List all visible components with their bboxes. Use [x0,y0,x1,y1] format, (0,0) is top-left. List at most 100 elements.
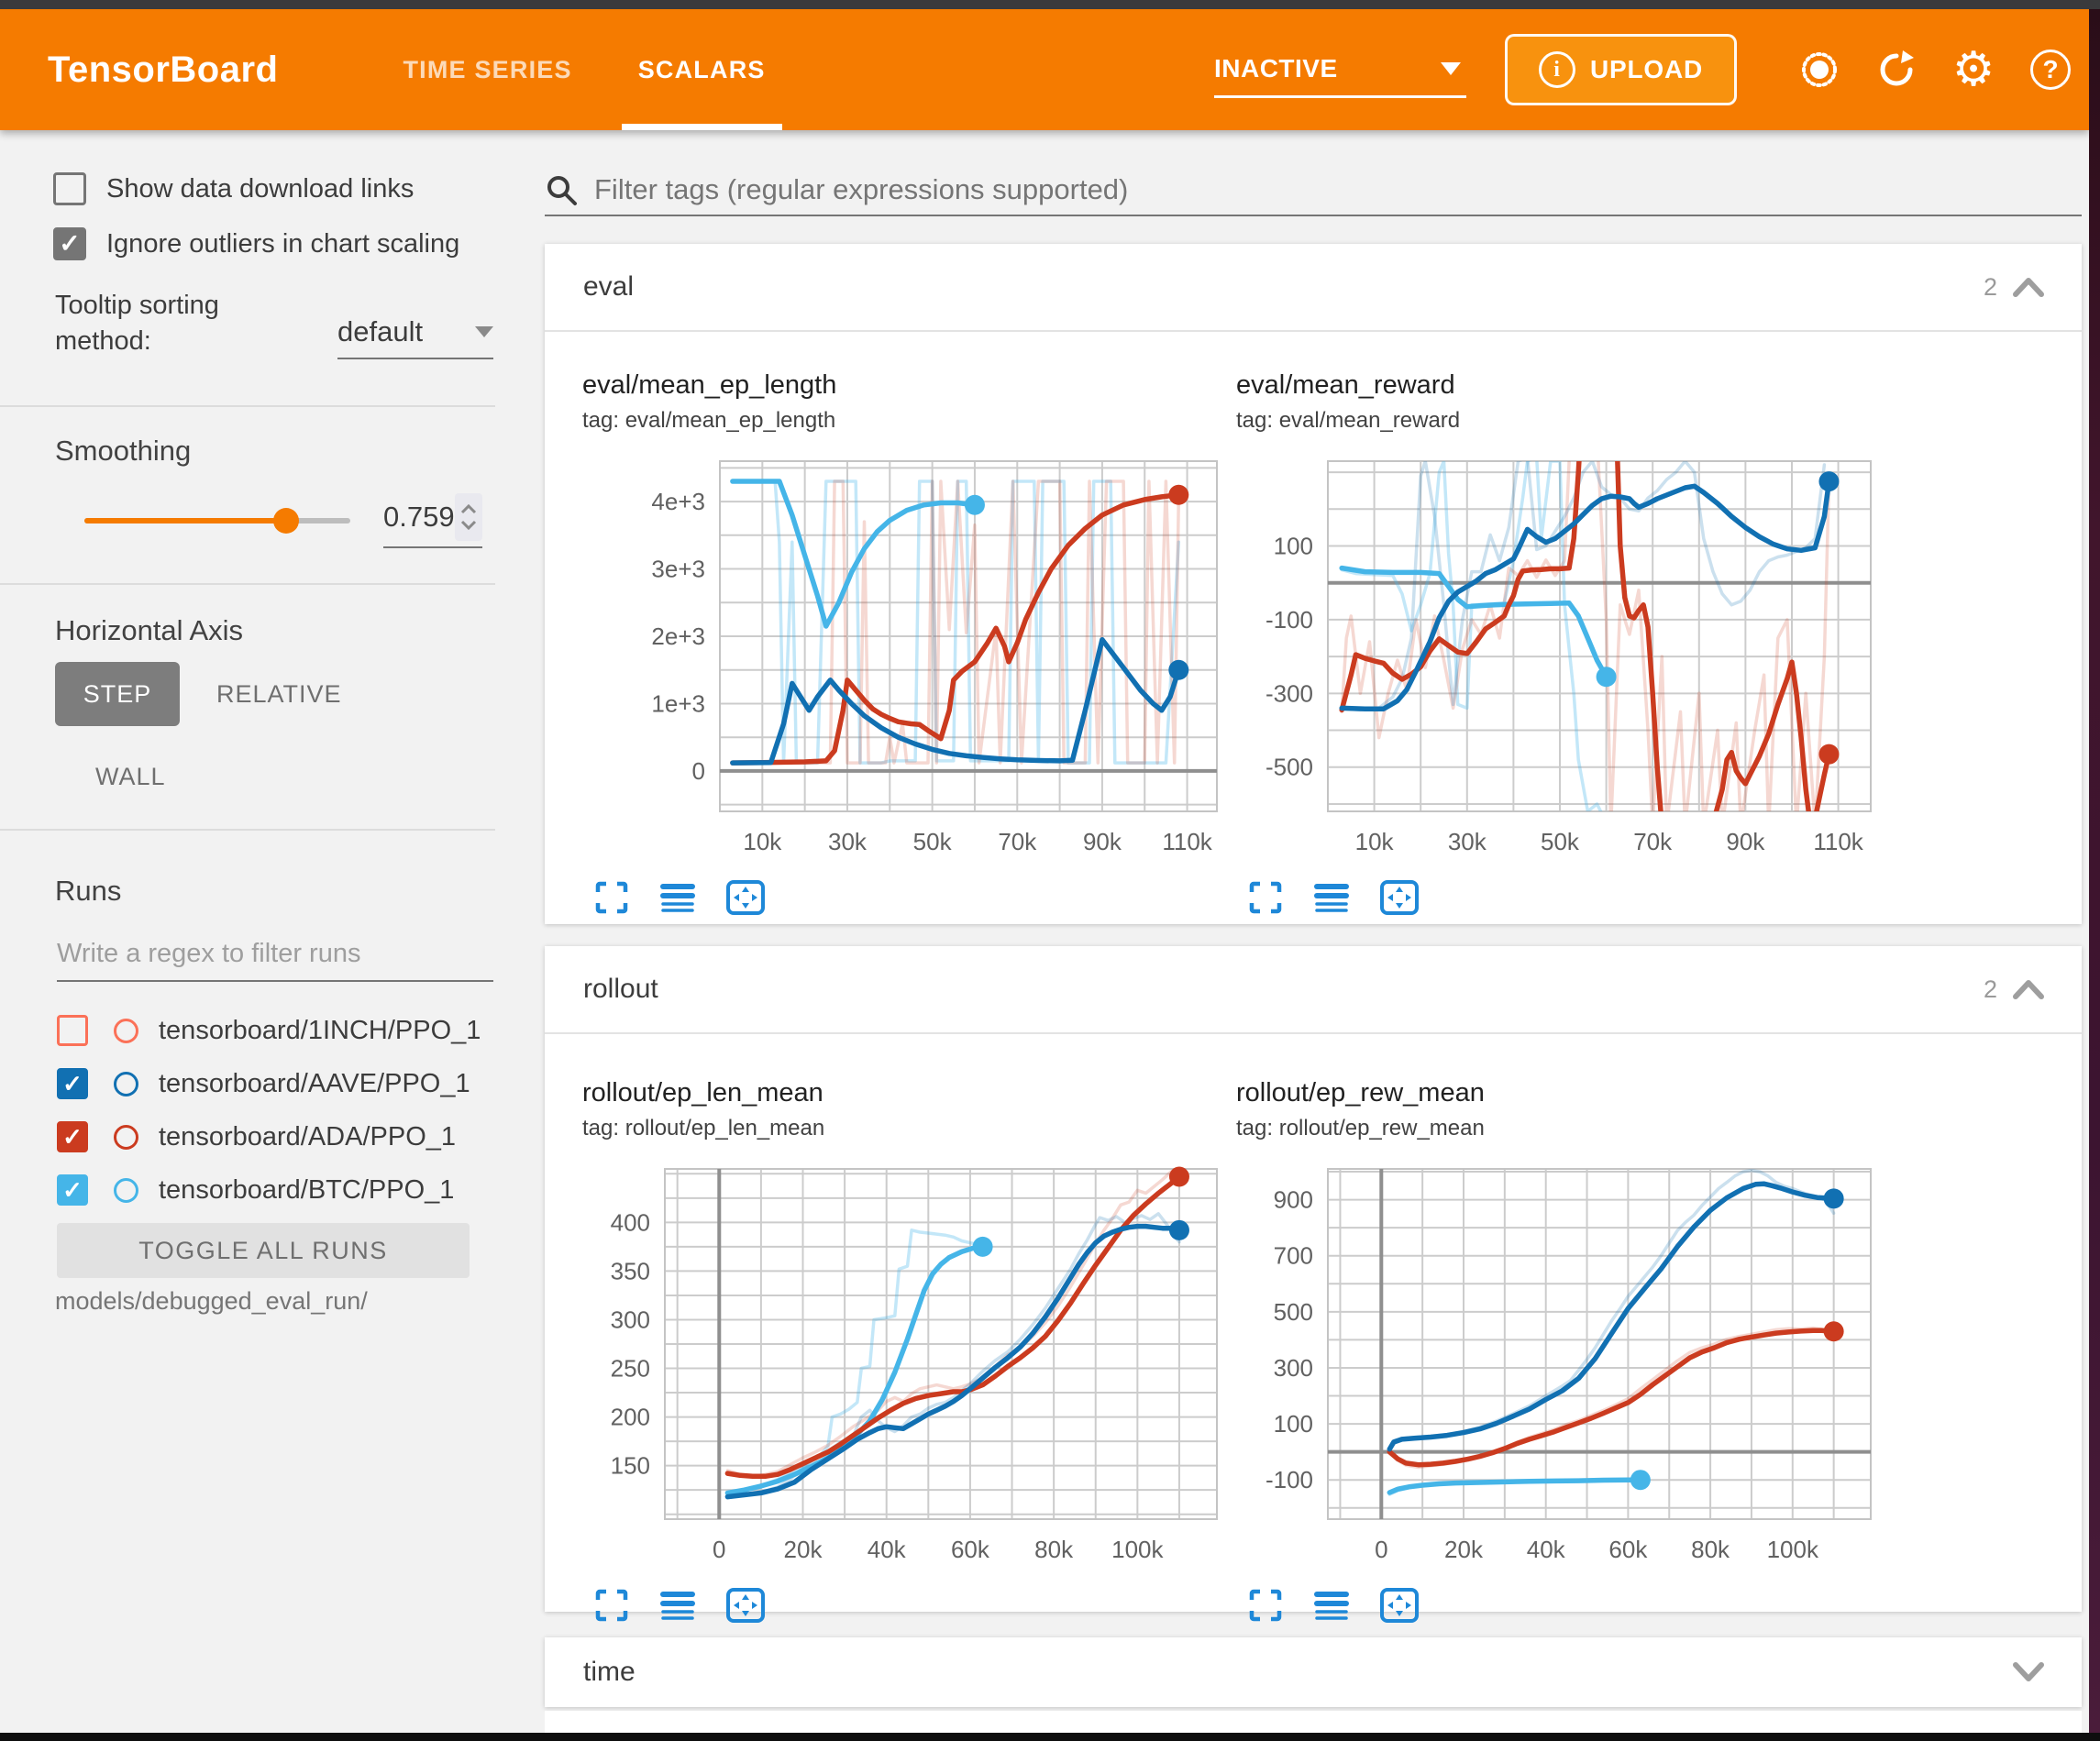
section-title: time [583,1657,636,1688]
line-chart[interactable]: -100100300500700900020k40k60k80k100k [1236,1154,1878,1585]
run-checkbox[interactable]: ✓ [57,1068,88,1099]
chart-card-mean-ep-length: eval/mean_ep_length tag: eval/mean_ep_le… [582,370,1224,916]
run-row-btc[interactable]: ✓ tensorboard/BTC/PPO_1 [57,1170,454,1210]
smoothing-value-field[interactable]: 0.759 [383,493,482,548]
show-download-links-label: Show data download links [106,174,414,204]
chevron-down-icon [1441,62,1461,75]
show-download-links-checkbox[interactable]: ✓ [53,172,86,205]
smoothing-label: Smoothing [55,435,191,468]
expand-chart-icon[interactable] [1247,879,1284,916]
series-end-dot [1818,744,1839,765]
runs-data-icon[interactable] [1313,1587,1350,1624]
series-end-dot [1824,1321,1844,1341]
svg-text:100: 100 [1274,1410,1313,1438]
partial-card [545,1711,2082,1733]
series-line-raw [1389,1328,1833,1468]
svg-text:70k: 70k [998,828,1037,855]
svg-text:10k: 10k [743,828,782,855]
expand-chart-icon[interactable] [1247,1587,1284,1624]
section-header-rollout[interactable]: rollout 2 [545,946,2082,1032]
chart-card-mean-reward: eval/mean_reward tag: eval/mean_reward 1… [1236,370,1878,916]
svg-text:400: 400 [611,1208,650,1236]
expand-chart-icon[interactable] [593,879,630,916]
dropdown-caret-icon [475,326,493,337]
show-download-links-option[interactable]: ✓ Show data download links [53,172,414,205]
smoothing-stepper[interactable] [455,493,482,541]
line-chart[interactable]: 150200250300350400020k40k60k80k100k [582,1154,1224,1585]
upload-button[interactable]: i UPLOAD [1505,34,1737,105]
window-top-strip [0,0,2100,9]
runs-filter-input[interactable] [57,933,493,982]
chevron-up-icon[interactable] [2012,978,2045,1000]
chevron-up-icon[interactable] [2012,276,2045,298]
section-header-eval[interactable]: eval 2 [545,244,2082,330]
fit-domain-icon[interactable] [725,1587,766,1624]
svg-text:60k: 60k [951,1536,990,1563]
fit-domain-icon[interactable] [1379,1587,1420,1624]
fit-domain-icon[interactable] [1379,879,1420,916]
chevron-down-icon[interactable] [2012,1661,2045,1683]
ignore-outliers-option[interactable]: ✓ Ignore outliers in chart scaling [53,227,459,260]
series-end-dot [1824,1188,1844,1208]
series-line-smoothed [1342,446,1829,841]
run-color-circle-icon [114,1178,138,1203]
section-header-time[interactable]: time [545,1637,2082,1707]
svg-text:250: 250 [611,1355,650,1383]
tag-filter-input[interactable] [594,173,2082,206]
svg-text:-300: -300 [1266,679,1313,707]
line-chart[interactable]: 100-100-300-50010k30k50k70k90k110k [1236,446,1878,877]
section-title: eval [583,271,634,303]
run-label: tensorboard/AAVE/PPO_1 [159,1069,470,1099]
axis-option-relative[interactable]: RELATIVE [216,680,342,709]
run-checkbox[interactable]: ✓ [57,1174,88,1206]
svg-text:0: 0 [713,1536,725,1563]
section-card-time: time [545,1637,2082,1707]
chart-title: eval/mean_reward [1236,370,1878,401]
svg-text:110k: 110k [1813,828,1863,855]
ignore-outliers-checkbox[interactable]: ✓ [53,227,86,260]
tag-filter[interactable] [545,165,2082,216]
run-row-ada[interactable]: ✓ tensorboard/ADA/PPO_1 [57,1117,456,1157]
svg-text:500: 500 [1274,1298,1313,1326]
run-color-circle-icon [114,1072,138,1096]
run-label: tensorboard/1INCH/PPO_1 [159,1016,481,1046]
series-line-raw [727,1230,982,1494]
chart-title: rollout/ep_len_mean [582,1078,1224,1108]
runs-label: Runs [55,875,121,908]
toggle-all-runs-button[interactable]: TOGGLE ALL RUNS [57,1223,470,1278]
expand-chart-icon[interactable] [593,1587,630,1624]
refresh-icon[interactable] [1858,31,1935,108]
axis-option-wall[interactable]: WALL [95,763,166,791]
fit-domain-icon[interactable] [725,879,766,916]
runs-data-icon[interactable] [659,1587,696,1624]
series-end-dot [1630,1470,1651,1490]
svg-text:4e+3: 4e+3 [651,488,705,515]
section-body-rollout: rollout/ep_len_mean tag: rollout/ep_len_… [545,1032,2082,1610]
horizontal-axis-label: Horizontal Axis [55,614,243,647]
axis-option-step[interactable]: STEP [55,662,180,726]
run-row-1inch[interactable]: ✓ tensorboard/1INCH/PPO_1 [57,1010,481,1051]
tab-time-series[interactable]: TIME SERIES [370,9,604,130]
chart-tag: tag: eval/mean_ep_length [582,408,1224,434]
svg-text:300: 300 [1274,1354,1313,1382]
run-checkbox[interactable]: ✓ [57,1121,88,1152]
run-checkbox[interactable]: ✓ [57,1015,88,1046]
run-row-aave[interactable]: ✓ tensorboard/AAVE/PPO_1 [57,1063,470,1104]
smoothing-slider-thumb[interactable] [273,508,299,534]
series-line-smoothed [1389,1330,1833,1464]
settings-gear-icon[interactable]: ⚙ [1935,31,2012,108]
runs-data-icon[interactable] [1313,879,1350,916]
status-dropdown[interactable]: INACTIVE [1214,41,1466,98]
window-bottom-strip [0,1733,2100,1741]
run-color-circle-icon [114,1125,138,1150]
tooltip-sorting-dropdown[interactable]: default [337,315,493,359]
runs-data-icon[interactable] [659,879,696,916]
line-chart[interactable]: 01e+32e+33e+34e+310k30k50k70k90k110k [582,446,1224,877]
help-icon[interactable]: ? [2012,31,2089,108]
brightness-icon[interactable] [1781,31,1858,108]
smoothing-slider[interactable] [84,518,350,523]
svg-text:-100: -100 [1266,606,1313,634]
tab-scalars[interactable]: SCALARS [605,9,799,130]
status-dropdown-value: INACTIVE [1214,54,1338,83]
series-line-smoothed [1389,1480,1641,1493]
